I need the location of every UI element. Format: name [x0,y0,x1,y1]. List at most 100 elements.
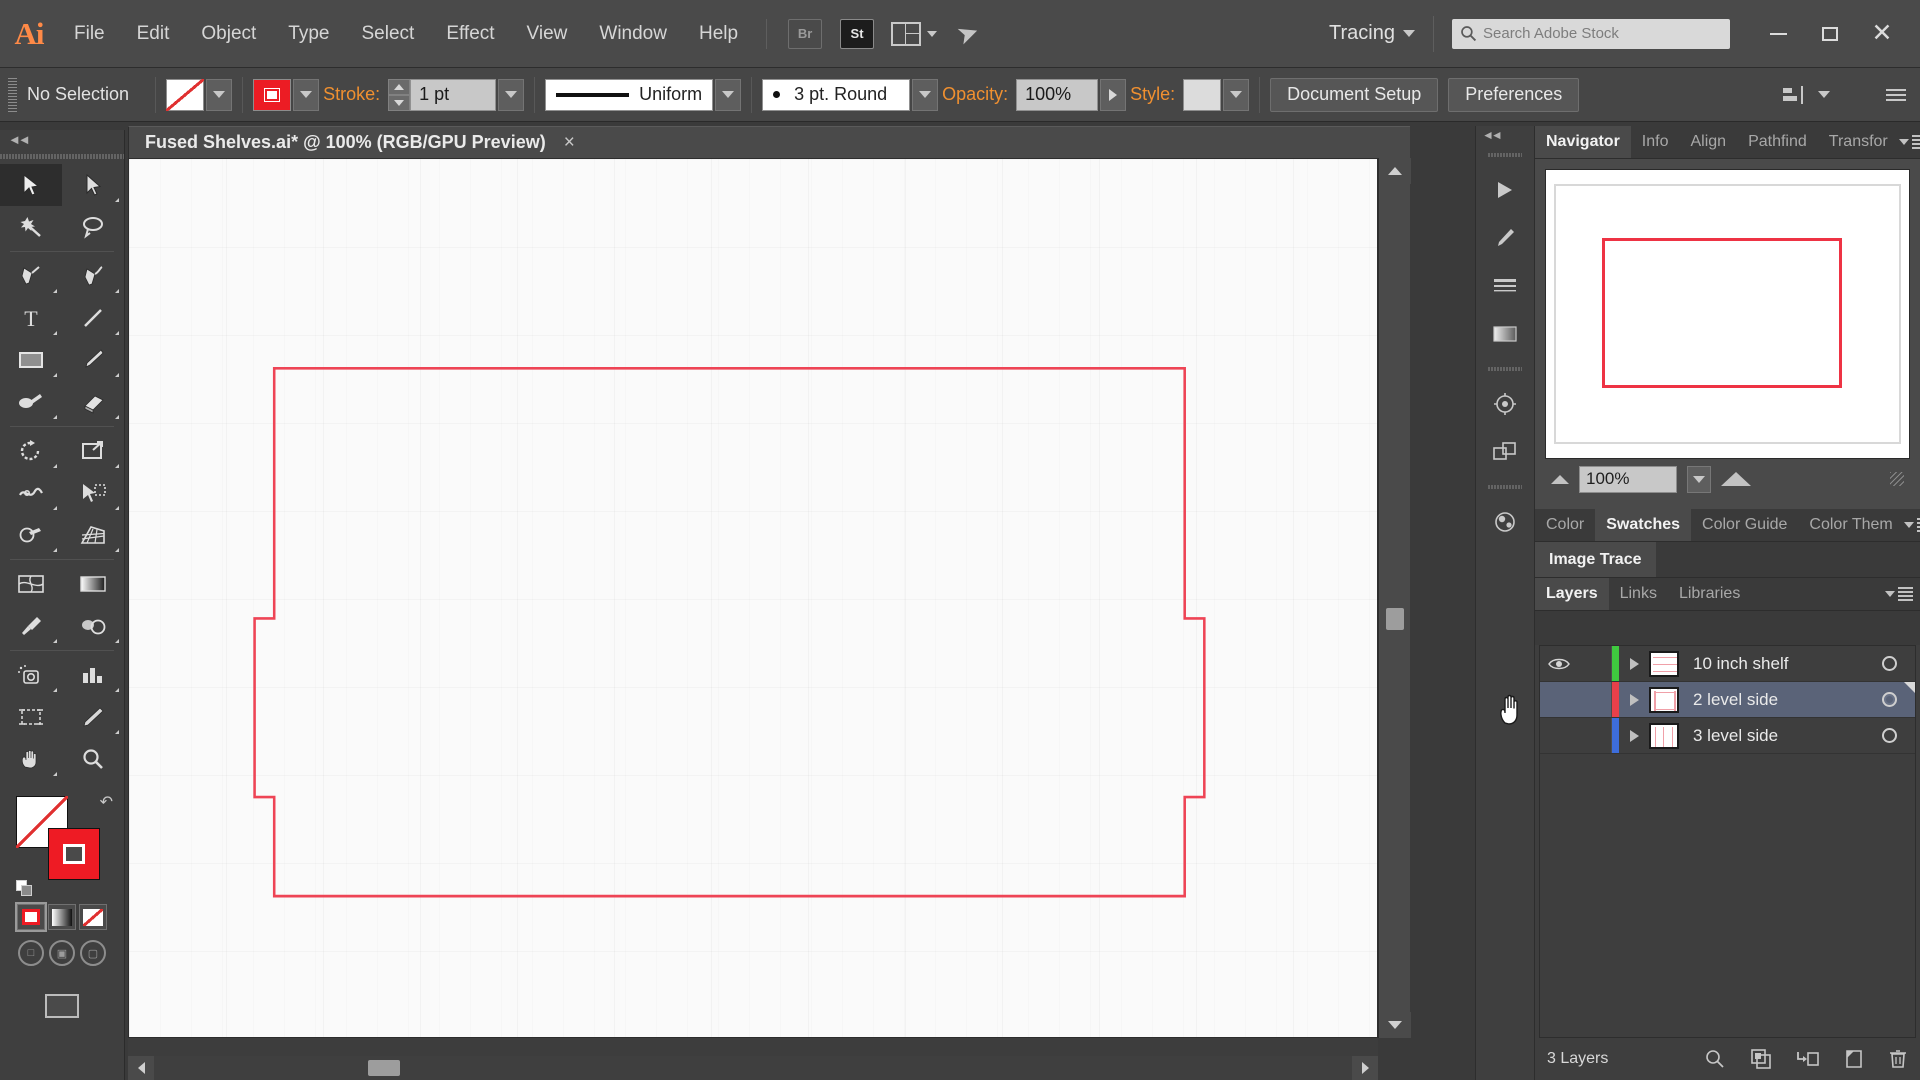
table-row[interactable]: 2 level side [1540,682,1915,718]
align-icon[interactable] [1782,85,1808,105]
table-row[interactable]: 10 inch shelf [1540,646,1915,682]
tool-gradient[interactable] [62,563,124,605]
tool-hand[interactable] [0,738,62,780]
color-mode-button[interactable] [15,902,47,932]
navigator-zoom-dropdown[interactable] [1687,465,1711,493]
dock-grip[interactable] [1488,148,1522,162]
tool-shaper[interactable] [0,381,62,423]
create-new-layer-icon[interactable] [1844,1048,1864,1070]
layer-name[interactable]: 3 level side [1679,726,1863,746]
tool-width[interactable] [0,472,62,514]
tab-color-themes[interactable]: Color Them [1798,509,1903,541]
gradient-mode-button[interactable] [48,904,76,930]
brush-definition-combo[interactable]: 3 pt. Round [762,78,939,111]
dock-properties-icon[interactable] [1476,166,1534,214]
tool-zoom[interactable] [62,738,124,780]
tab-info[interactable]: Info [1631,126,1680,158]
maximize-button[interactable] [1804,14,1856,54]
tool-symbol-sprayer[interactable] [0,654,62,696]
tool-mesh[interactable] [0,563,62,605]
horizontal-scroll-thumb[interactable] [368,1060,400,1076]
dock-stroke-icon[interactable] [1476,262,1534,310]
tool-pen[interactable] [0,255,62,297]
menu-effect[interactable]: Effect [430,0,510,68]
tab-libraries[interactable]: Libraries [1668,578,1751,610]
opacity-flyout-button[interactable] [1100,78,1127,111]
dock-expand-button[interactable]: ◄◄ [1476,126,1534,144]
create-sublayer-icon[interactable] [1796,1048,1820,1070]
none-mode-button[interactable] [79,904,107,930]
document-tab[interactable]: Fused Shelves.ai* @ 100% (RGB/GPU Previe… [128,126,1410,158]
tool-perspective-grid[interactable] [62,514,124,556]
tool-curvature[interactable] [62,255,124,297]
tab-navigator[interactable]: Navigator [1535,126,1631,158]
layer-target-indicator[interactable] [1863,728,1915,743]
tab-transform[interactable]: Transfor [1818,126,1899,158]
menu-help[interactable]: Help [683,0,754,68]
arrange-documents-button[interactable] [891,21,938,46]
scroll-up-button[interactable] [1379,158,1411,184]
control-bar-grip[interactable] [8,77,17,112]
tab-image-trace[interactable]: Image Trace [1535,542,1656,577]
tool-type[interactable]: T [0,297,62,339]
menu-view[interactable]: View [511,0,584,68]
layer-target-indicator[interactable] [1863,656,1915,671]
search-adobe-stock-input[interactable]: Search Adobe Stock [1452,18,1730,49]
tool-free-transform[interactable] [62,472,124,514]
panel-resize-grip[interactable] [1890,472,1904,486]
default-fill-stroke-icon[interactable] [16,880,32,896]
toolbar-collapse-button[interactable]: ◄◄ [0,130,124,148]
minimize-button[interactable] [1752,14,1804,54]
dock-symbols-icon[interactable] [1476,380,1534,428]
color-panel-menu[interactable] [1903,509,1920,541]
stroke-profile-display[interactable]: Uniform [545,78,714,111]
scroll-right-button[interactable] [1352,1056,1378,1080]
tab-swatches[interactable]: Swatches [1595,509,1692,541]
tool-blend[interactable] [62,605,124,647]
tool-shape-builder[interactable] [0,514,62,556]
tool-eyedropper[interactable] [0,605,62,647]
layer-name[interactable]: 2 level side [1679,690,1863,710]
close-window-button[interactable]: ✕ [1856,14,1908,54]
tool-selection[interactable] [0,164,62,206]
stepper-up-button[interactable] [388,78,411,95]
layer-expand-arrow[interactable] [1619,693,1649,706]
brush-definition-dropdown[interactable] [912,78,939,111]
layer-target-indicator[interactable] [1863,692,1915,707]
layer-visibility-toggle[interactable] [1540,656,1578,672]
tool-direct-selection[interactable] [62,164,124,206]
dock-grip[interactable] [1488,480,1522,494]
tool-lasso[interactable] [62,206,124,248]
tool-artboard[interactable] [0,696,62,738]
stroke-color-swatch[interactable] [253,78,292,111]
scroll-left-button[interactable] [128,1056,154,1080]
tool-slice[interactable] [62,696,124,738]
locate-object-icon[interactable] [1704,1048,1726,1070]
tab-color-guide[interactable]: Color Guide [1691,509,1798,541]
tab-pathfinder[interactable]: Pathfind [1737,126,1818,158]
menu-window[interactable]: Window [583,0,683,68]
draw-normal-button[interactable]: □ [18,940,44,966]
menu-object[interactable]: Object [185,0,272,68]
bridge-icon[interactable]: Br [788,18,823,49]
opacity-input[interactable]: 100% [1016,78,1099,111]
dock-gradient-icon[interactable] [1476,310,1534,358]
dock-transform-icon[interactable] [1476,428,1534,476]
chevron-down-icon[interactable] [1818,91,1830,98]
stroke-profile-dropdown[interactable] [715,78,742,111]
horizontal-scroll-track[interactable] [128,1056,1378,1080]
layer-lock-toggle[interactable] [1578,718,1612,753]
fill-color-swatch[interactable] [166,78,205,111]
tool-column-graph[interactable] [62,654,124,696]
draw-behind-button[interactable]: ▣ [49,940,75,966]
tool-magic-wand[interactable] [0,206,62,248]
stock-icon[interactable]: St [840,18,875,49]
vertical-scroll-thumb[interactable] [1386,608,1404,630]
menu-type[interactable]: Type [272,0,345,68]
screen-mode-icon[interactable] [0,989,124,1018]
layers-panel-menu[interactable] [1885,578,1920,610]
layer-expand-arrow[interactable] [1619,657,1649,670]
fill-dropdown-button[interactable] [206,78,233,111]
workspace-switcher[interactable]: Tracing Search Adobe Stock ✕ [1329,14,1920,54]
close-document-icon[interactable]: × [564,132,589,154]
